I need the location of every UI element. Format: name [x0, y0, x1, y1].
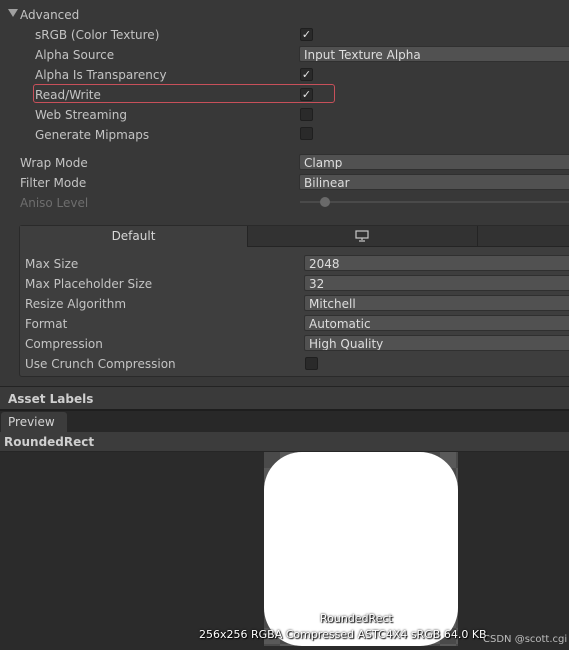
aniso-slider[interactable] — [300, 195, 569, 209]
web-streaming-label: Web Streaming — [35, 108, 127, 122]
alpha-transparency-checkbox[interactable]: ✓ — [300, 68, 313, 81]
wrap-mode-dropdown[interactable]: Clamp — [299, 154, 569, 170]
max-placeholder-label: Max Placeholder Size — [25, 277, 153, 291]
checkmark-icon: ✓ — [301, 28, 312, 41]
tab-preview[interactable]: Preview — [1, 412, 67, 432]
crunch-label: Use Crunch Compression — [25, 357, 176, 371]
read-write-checkbox[interactable]: ✓ — [300, 88, 313, 101]
slider-track — [300, 201, 569, 203]
srgb-label: sRGB (Color Texture) — [35, 28, 160, 42]
max-size-label: Max Size — [25, 257, 79, 271]
monitor-icon — [355, 230, 369, 242]
slider-thumb[interactable] — [320, 197, 330, 207]
generate-mipmaps-checkbox[interactable] — [300, 127, 313, 140]
srgb-checkbox[interactable]: ✓ — [300, 28, 313, 41]
filter-mode-label: Filter Mode — [20, 176, 87, 190]
compression-dropdown[interactable]: High Quality — [304, 335, 569, 351]
checkmark-icon: ✓ — [301, 68, 312, 81]
tab-preview-label: Preview — [8, 415, 55, 429]
alpha-transparency-label: Alpha Is Transparency — [35, 68, 167, 82]
tab-desktop[interactable] — [247, 226, 477, 247]
tab-other[interactable] — [477, 226, 569, 247]
wrap-mode-label: Wrap Mode — [20, 156, 88, 170]
format-dropdown[interactable]: Automatic — [304, 315, 569, 331]
resize-algorithm-dropdown[interactable]: Mitchell — [304, 295, 569, 311]
tab-default-label: Default — [111, 229, 156, 243]
web-streaming-checkbox[interactable] — [300, 108, 313, 121]
watermark-text: CSDN @scott.cgi — [483, 634, 568, 645]
asset-labels-title: Asset Labels — [8, 392, 94, 406]
read-write-label: Read/Write — [35, 88, 101, 102]
max-placeholder-dropdown[interactable]: 32 — [304, 275, 569, 291]
triangle-down-icon — [8, 9, 18, 17]
preview-overlay-name: RoundedRect — [320, 612, 393, 625]
checkmark-icon: ✓ — [301, 88, 312, 101]
asset-labels-bar[interactable]: Asset Labels — [0, 387, 569, 409]
alpha-source-dropdown[interactable]: Input Texture Alpha — [299, 46, 569, 62]
preview-header: RoundedRect — [0, 432, 569, 452]
preview-tab-strip — [0, 411, 569, 432]
aniso-level-label: Aniso Level — [20, 196, 89, 210]
max-size-dropdown[interactable]: 2048 — [304, 255, 569, 271]
preview-asset-name: RoundedRect — [4, 435, 95, 449]
filter-mode-dropdown[interactable]: Bilinear — [299, 174, 569, 190]
preview-overlay-info: 256x256 RGBA Compressed ASTC4X4 sRGB 64.… — [199, 628, 487, 641]
tab-default[interactable]: Default — [20, 226, 247, 247]
compression-label: Compression — [25, 337, 103, 351]
resize-algorithm-label: Resize Algorithm — [25, 297, 127, 311]
crunch-checkbox[interactable] — [305, 357, 318, 370]
generate-mipmaps-label: Generate Mipmaps — [35, 128, 150, 142]
advanced-title: Advanced — [20, 8, 80, 22]
alpha-source-label: Alpha Source — [35, 48, 115, 62]
format-label: Format — [25, 317, 68, 331]
